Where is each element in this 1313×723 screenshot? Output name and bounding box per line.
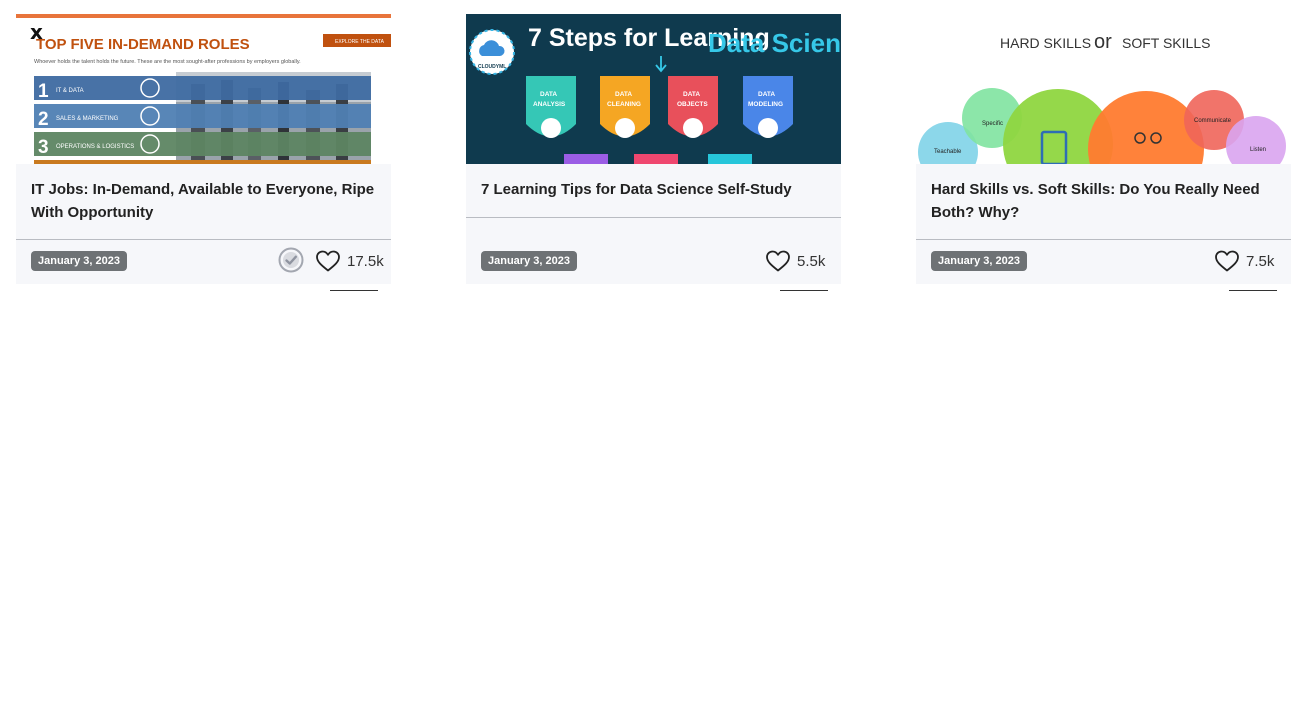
step-label: OBJECTS bbox=[677, 101, 708, 108]
step-label: DATA bbox=[540, 91, 557, 98]
heart-icon[interactable] bbox=[1214, 249, 1240, 273]
role-label: OPERATIONS & LOGISTICS bbox=[56, 144, 134, 150]
role-number: 2 bbox=[38, 109, 49, 130]
role-number: 3 bbox=[38, 137, 49, 158]
thumb-or: or bbox=[1094, 31, 1112, 53]
article-thumbnail[interactable]: TOP FIVE IN-DEMAND ROLES EXPLORE THE DAT… bbox=[16, 14, 391, 164]
date-badge: January 3, 2023 bbox=[481, 251, 577, 271]
thumb-hard-skills: HARD SKILLS bbox=[1000, 35, 1091, 51]
close-button[interactable]: x bbox=[30, 22, 43, 42]
like-control[interactable]: 5.5k bbox=[765, 246, 825, 276]
article-card[interactable]: CLOUDYML 7 Steps for Learning Data Scien… bbox=[466, 14, 841, 291]
step-label: DATA bbox=[615, 91, 632, 98]
thumb-logo: CLOUDYML bbox=[478, 64, 506, 70]
likes-count: 17.5k bbox=[347, 252, 384, 270]
thumb-subtitle: Whoever holds the talent holds the futur… bbox=[34, 59, 301, 65]
like-control[interactable]: 7.5k bbox=[1214, 246, 1274, 276]
step-label: DATA bbox=[758, 91, 775, 98]
article-card[interactable]: TOP FIVE IN-DEMAND ROLES EXPLORE THE DAT… bbox=[16, 14, 391, 291]
card-divider bbox=[466, 217, 841, 218]
step-label: DATA bbox=[683, 91, 700, 98]
card-underline bbox=[1229, 290, 1277, 291]
bubble-label: Teachable bbox=[934, 149, 962, 155]
step-label: CLEANING bbox=[607, 101, 641, 108]
heart-icon[interactable] bbox=[765, 249, 791, 273]
likes-count: 5.5k bbox=[797, 252, 826, 270]
card-underline bbox=[330, 290, 378, 291]
thumb-soft-skills: SOFT SKILLS bbox=[1122, 35, 1210, 51]
card-underline bbox=[780, 290, 828, 291]
step-label: ANALYSIS bbox=[533, 101, 566, 108]
article-card[interactable]: HARD SKILLS or SOFT SKILLS Teachable Spe… bbox=[916, 14, 1291, 291]
role-number: 1 bbox=[38, 81, 49, 102]
step-label: MODELING bbox=[748, 101, 783, 108]
article-thumbnail[interactable]: HARD SKILLS or SOFT SKILLS Teachable Spe… bbox=[916, 14, 1291, 164]
bubble-label: Specific bbox=[982, 121, 1003, 127]
like-control[interactable]: 17.5k bbox=[315, 246, 384, 276]
card-divider bbox=[916, 239, 1291, 240]
thumb-heading: TOP FIVE IN-DEMAND ROLES bbox=[36, 36, 250, 53]
thumbnail-image: TOP FIVE IN-DEMAND ROLES EXPLORE THE DAT… bbox=[16, 14, 391, 164]
article-title[interactable]: IT Jobs: In-Demand, Available to Everyon… bbox=[31, 178, 381, 224]
thumbnail-image: HARD SKILLS or SOFT SKILLS Teachable Spe… bbox=[916, 14, 1291, 164]
role-label: SALES & MARKETING bbox=[56, 116, 119, 122]
likes-count: 7.5k bbox=[1246, 252, 1275, 270]
thumbnail-image: CLOUDYML 7 Steps for Learning Data Scien… bbox=[466, 14, 841, 164]
check-circle-icon[interactable] bbox=[277, 246, 305, 274]
article-thumbnail[interactable]: CLOUDYML 7 Steps for Learning Data Scien… bbox=[466, 14, 841, 164]
card-divider bbox=[16, 239, 391, 240]
date-badge: January 3, 2023 bbox=[931, 251, 1027, 271]
article-title[interactable]: Hard Skills vs. Soft Skills: Do You Real… bbox=[931, 178, 1281, 224]
bubble-label: Listen bbox=[1250, 147, 1266, 153]
heart-icon[interactable] bbox=[315, 249, 341, 273]
thumb-heading-accent: Data Science bbox=[708, 28, 841, 58]
bubble-label: Communicate bbox=[1194, 118, 1232, 124]
thumb-button: EXPLORE THE DATA bbox=[335, 39, 385, 45]
role-label: IT & DATA bbox=[56, 88, 84, 94]
article-title[interactable]: 7 Learning Tips for Data Science Self-St… bbox=[481, 178, 831, 201]
date-badge: January 3, 2023 bbox=[31, 251, 127, 271]
